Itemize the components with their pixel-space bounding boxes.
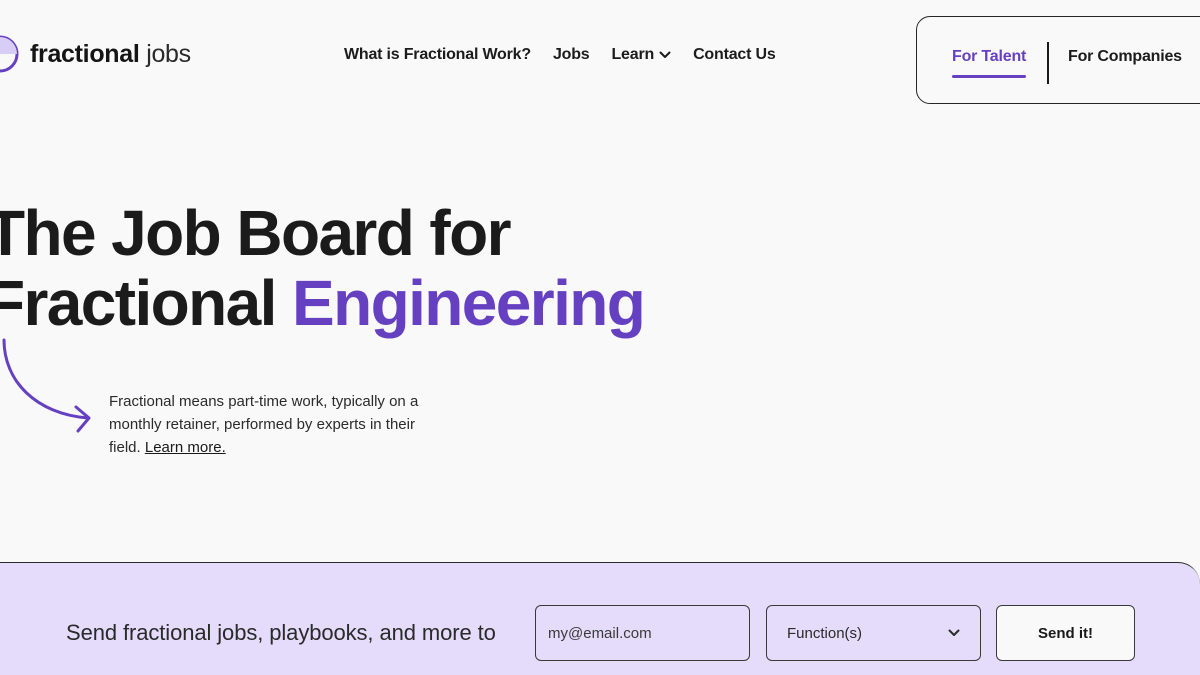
email-input[interactable] [535, 605, 750, 661]
send-it-button[interactable]: Send it! [996, 605, 1135, 661]
nav-learn-label: Learn [611, 46, 655, 63]
audience-toggle: For Talent For Companies [916, 16, 1200, 104]
hero-title: The Job Board for Fractional Engineering [0, 197, 646, 339]
main-nav: What is Fractional Work? Jobs Learn Cont… [344, 46, 776, 64]
newsletter-text: Send fractional jobs, playbooks, and mor… [66, 620, 496, 645]
nav-what-is-fractional[interactable]: What is Fractional Work? [344, 46, 531, 64]
function-select[interactable]: Function(s) [766, 605, 981, 661]
hero-description: Fractional means part-time work, typical… [109, 390, 439, 459]
curved-arrow-icon [2, 338, 91, 433]
toggle-divider [1047, 42, 1049, 84]
newsletter-signup: Send fractional jobs, playbooks, and mor… [0, 562, 1200, 675]
chevron-down-icon [659, 51, 671, 58]
chevron-down-icon [948, 629, 960, 636]
nav-jobs[interactable]: Jobs [553, 46, 590, 64]
logo-light: jobs [146, 39, 191, 68]
hero-title-accent: Engineering [292, 267, 646, 339]
hero-title-line1: The Job Board for [0, 197, 512, 269]
learn-more-link[interactable]: Learn more. [145, 439, 226, 456]
toggle-for-talent[interactable]: For Talent [952, 48, 1026, 78]
logo-icon [0, 35, 19, 73]
logo-text: fractional jobs [30, 39, 191, 68]
logo[interactable]: fractional jobs [0, 34, 191, 74]
hero-title-line2: Fractional [0, 267, 277, 339]
nav-learn[interactable]: Learn [611, 46, 671, 64]
function-select-label: Function(s) [787, 624, 863, 642]
nav-contact-us[interactable]: Contact Us [693, 46, 776, 64]
page: fractional jobs What is Fractional Work?… [0, 0, 1200, 675]
logo-bold: fractional [30, 39, 140, 68]
toggle-for-companies[interactable]: For Companies [1068, 48, 1182, 66]
